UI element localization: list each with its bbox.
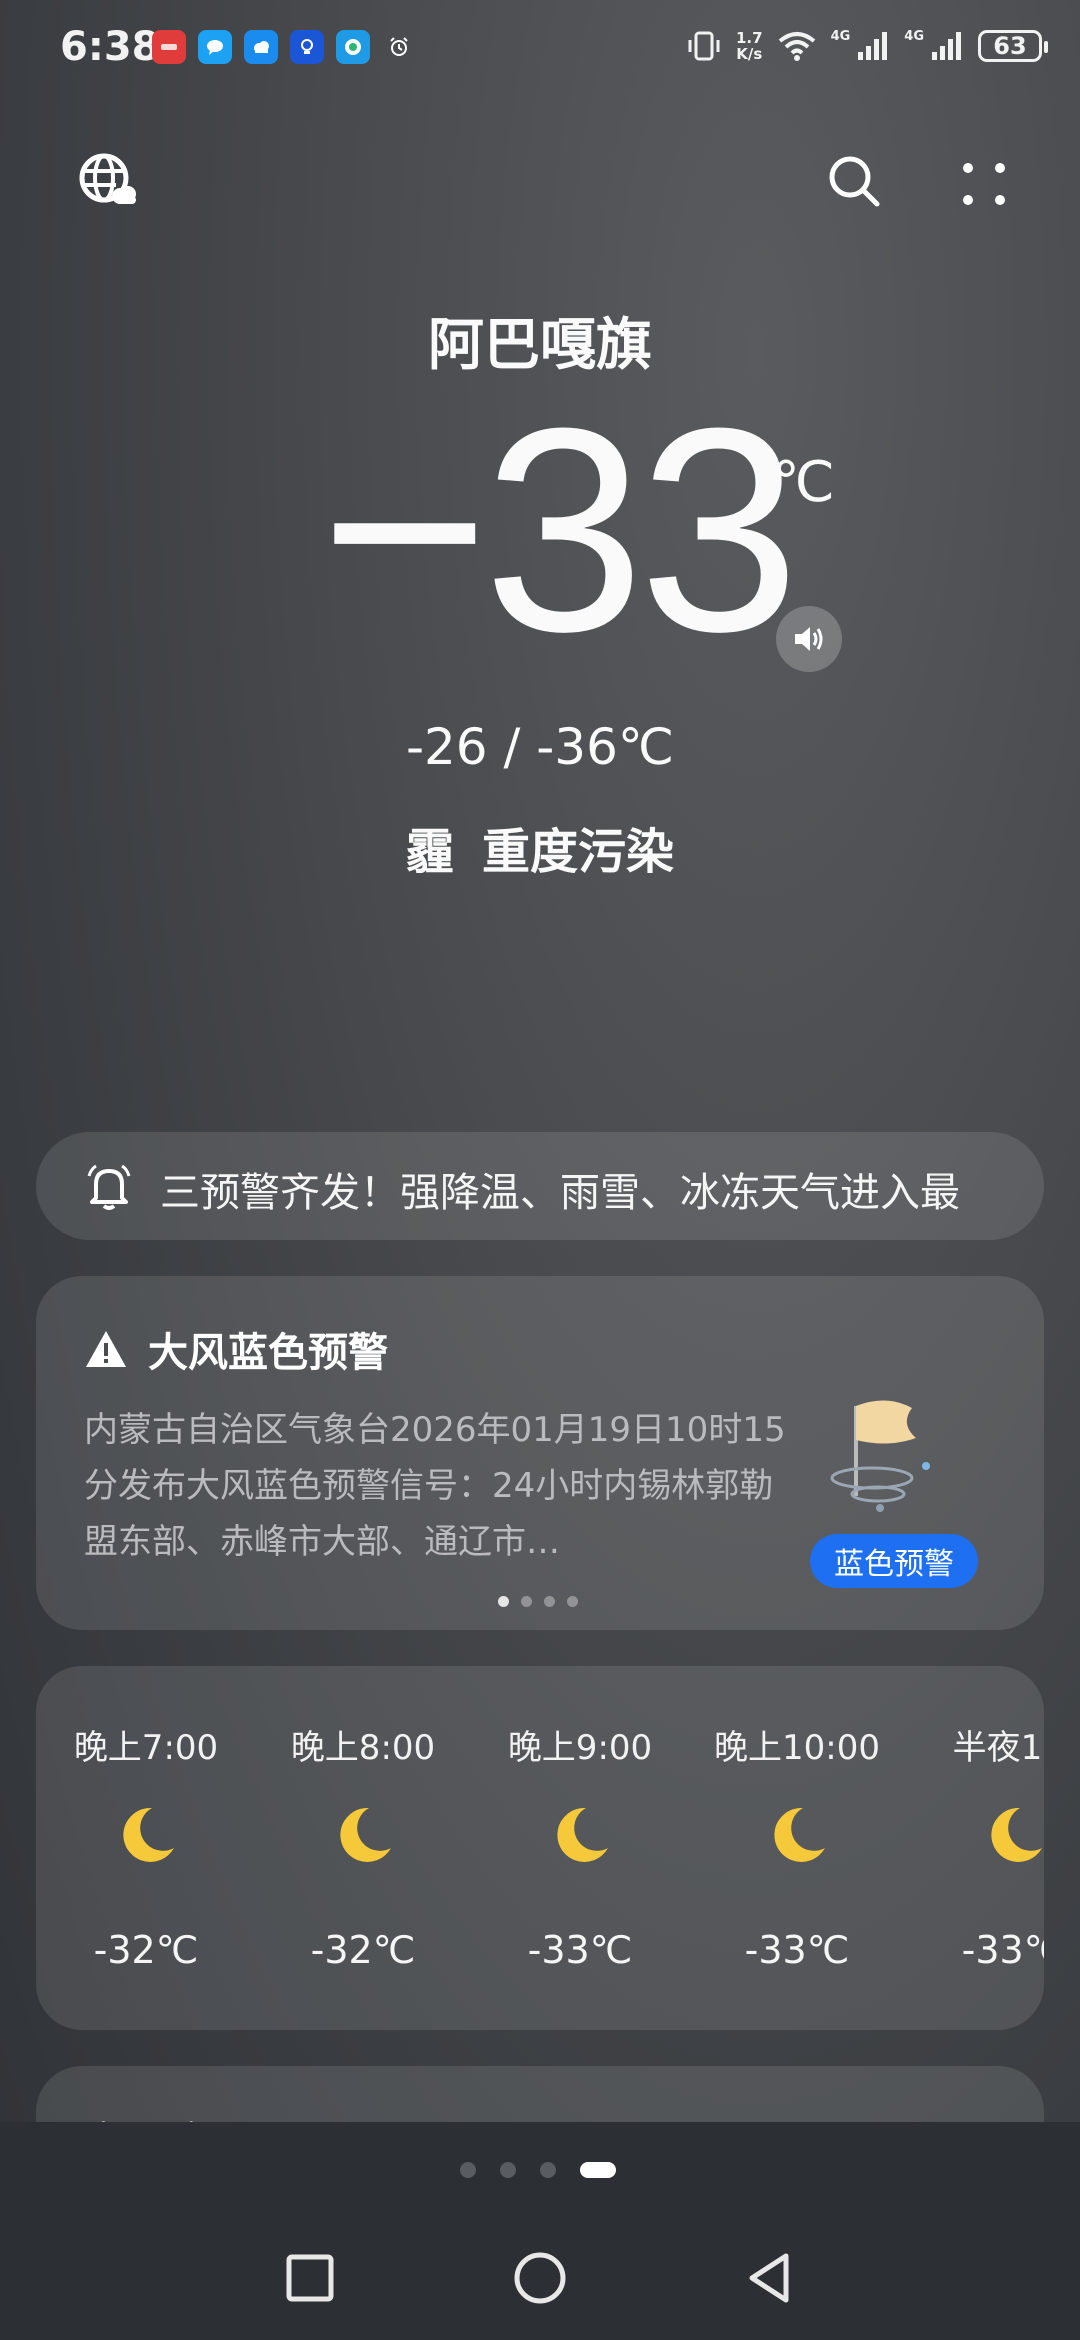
- temperature-range: -26 / -36℃: [405, 718, 675, 776]
- hourly-temp: -32℃: [93, 1928, 199, 1972]
- status-right-icons: 1.7 K/s 4G 4G 63: [686, 28, 1048, 64]
- city-page-dot-4[interactable]: [580, 2162, 616, 2178]
- bell-icon: [87, 1164, 131, 1210]
- weather-condition: 霾重度污染: [0, 812, 1080, 882]
- recent-apps-button[interactable]: [280, 2248, 340, 2308]
- notification-icons: [152, 30, 416, 64]
- alert-banner[interactable]: 三预警齐发！强降温、雨雪、冰冻天气进入最: [36, 1132, 1044, 1240]
- warning-pager-dots: [498, 1596, 578, 1607]
- hourly-item: 晚上9:00 -33℃: [470, 1666, 690, 2030]
- back-button[interactable]: [740, 2248, 800, 2308]
- more-menu-icon[interactable]: [960, 160, 1008, 208]
- hourly-time: 晚上8:00: [290, 1728, 436, 1768]
- hourly-time: 半夜11:: [952, 1728, 1044, 1768]
- city-page-dot-2[interactable]: [500, 2162, 516, 2178]
- warning-title-row: 大风蓝色预警: [84, 1320, 388, 1378]
- signal-2-icon: [932, 32, 961, 60]
- hourly-time: 晚上9:00: [507, 1728, 653, 1768]
- wifi-icon: [778, 32, 815, 61]
- alert-banner-text: 三预警齐发！强降温、雨雪、冰冻天气进入最: [160, 1170, 960, 1216]
- city-page-dot-3[interactable]: [540, 2162, 556, 2178]
- hourly-item: 晚上8:00 -32℃: [253, 1666, 473, 2030]
- gale-flag-icon: [830, 1400, 930, 1512]
- battery-indicator: 63: [978, 30, 1048, 62]
- current-temperature: −33: [320, 368, 800, 692]
- warning-card[interactable]: 大风蓝色预警 内蒙古自治区气象台2026年01月19日10时15分发布大风蓝色预…: [36, 1276, 1044, 1630]
- hourly-item: 晚上7:00 -32℃: [36, 1666, 256, 2030]
- current-temperature-block: −33 ℃: [0, 380, 1080, 690]
- bulb-app-icon: [290, 30, 324, 64]
- hourly-time: 晚上10:00: [714, 1728, 880, 1768]
- city-pager-dots: [460, 2162, 616, 2178]
- warning-dot-2: [521, 1596, 532, 1607]
- search-icon[interactable]: [825, 152, 885, 212]
- hourly-temp: -33℃: [527, 1928, 633, 1972]
- crescent-moon-icon: [340, 1807, 391, 1862]
- top-action-bar: [0, 150, 1080, 220]
- speaker-icon: [795, 627, 823, 651]
- warning-triangle-icon: [86, 1331, 126, 1367]
- hourly-time: 晚上7:00: [73, 1728, 219, 1768]
- hourly-temp: -32℃: [310, 1928, 416, 1972]
- warning-title: 大风蓝色预警: [148, 1330, 388, 1376]
- weather-cloud-icon: [244, 30, 278, 64]
- status-bar: 6:38 1.7 K/s 4G 4G 63: [0, 0, 1080, 100]
- signal-1-icon: [858, 32, 888, 60]
- huawei-app-icon: [152, 30, 186, 64]
- messages-icon: [198, 30, 232, 64]
- warning-body: 内蒙古自治区气象台2026年01月19日10时15分发布大风蓝色预警信号：24小…: [84, 1410, 786, 1562]
- voice-broadcast-button[interactable]: [776, 606, 842, 672]
- crescent-moon-icon: [991, 1807, 1042, 1862]
- status-time: 6:38: [60, 24, 160, 70]
- warning-dot-3: [544, 1596, 555, 1607]
- warning-dot-4: [567, 1596, 578, 1607]
- hourly-forecast-card[interactable]: 晚上7:00 -32℃ 晚上8:00 -32℃ 晚上9:00 -33℃ 晚上10…: [36, 1666, 1044, 2030]
- crescent-moon-icon: [123, 1807, 174, 1862]
- warning-level-badge: 蓝色预警: [810, 1534, 978, 1588]
- weather-text: 霾: [405, 824, 454, 880]
- signal-1-label: 4G: [830, 28, 851, 44]
- city-page-dot-1[interactable]: [460, 2162, 476, 2178]
- net-speed: 1.7 K/s: [736, 30, 763, 62]
- vibrate-icon: [688, 31, 720, 61]
- hourly-temp: -33℃: [961, 1928, 1044, 1972]
- warning-dot-1: [498, 1596, 509, 1607]
- air-quality-text: 重度污染: [482, 824, 675, 880]
- browser-icon: [336, 30, 370, 64]
- city-manage-icon[interactable]: [76, 150, 140, 214]
- signal-2-label: 4G: [904, 28, 924, 44]
- hourly-item: 半夜11: -33℃: [904, 1666, 1044, 2030]
- temperature-unit: ℃: [772, 450, 835, 515]
- home-button[interactable]: [510, 2248, 570, 2308]
- crescent-moon-icon: [557, 1807, 608, 1862]
- hourly-item: 晚上10:00 -33℃: [687, 1666, 907, 2030]
- crescent-moon-icon: [774, 1807, 825, 1862]
- net-speed-value: 1.7: [735, 29, 763, 47]
- net-speed-unit: K/s: [736, 45, 763, 63]
- hourly-temp: -33℃: [744, 1928, 850, 1972]
- alarm-icon: [382, 30, 416, 64]
